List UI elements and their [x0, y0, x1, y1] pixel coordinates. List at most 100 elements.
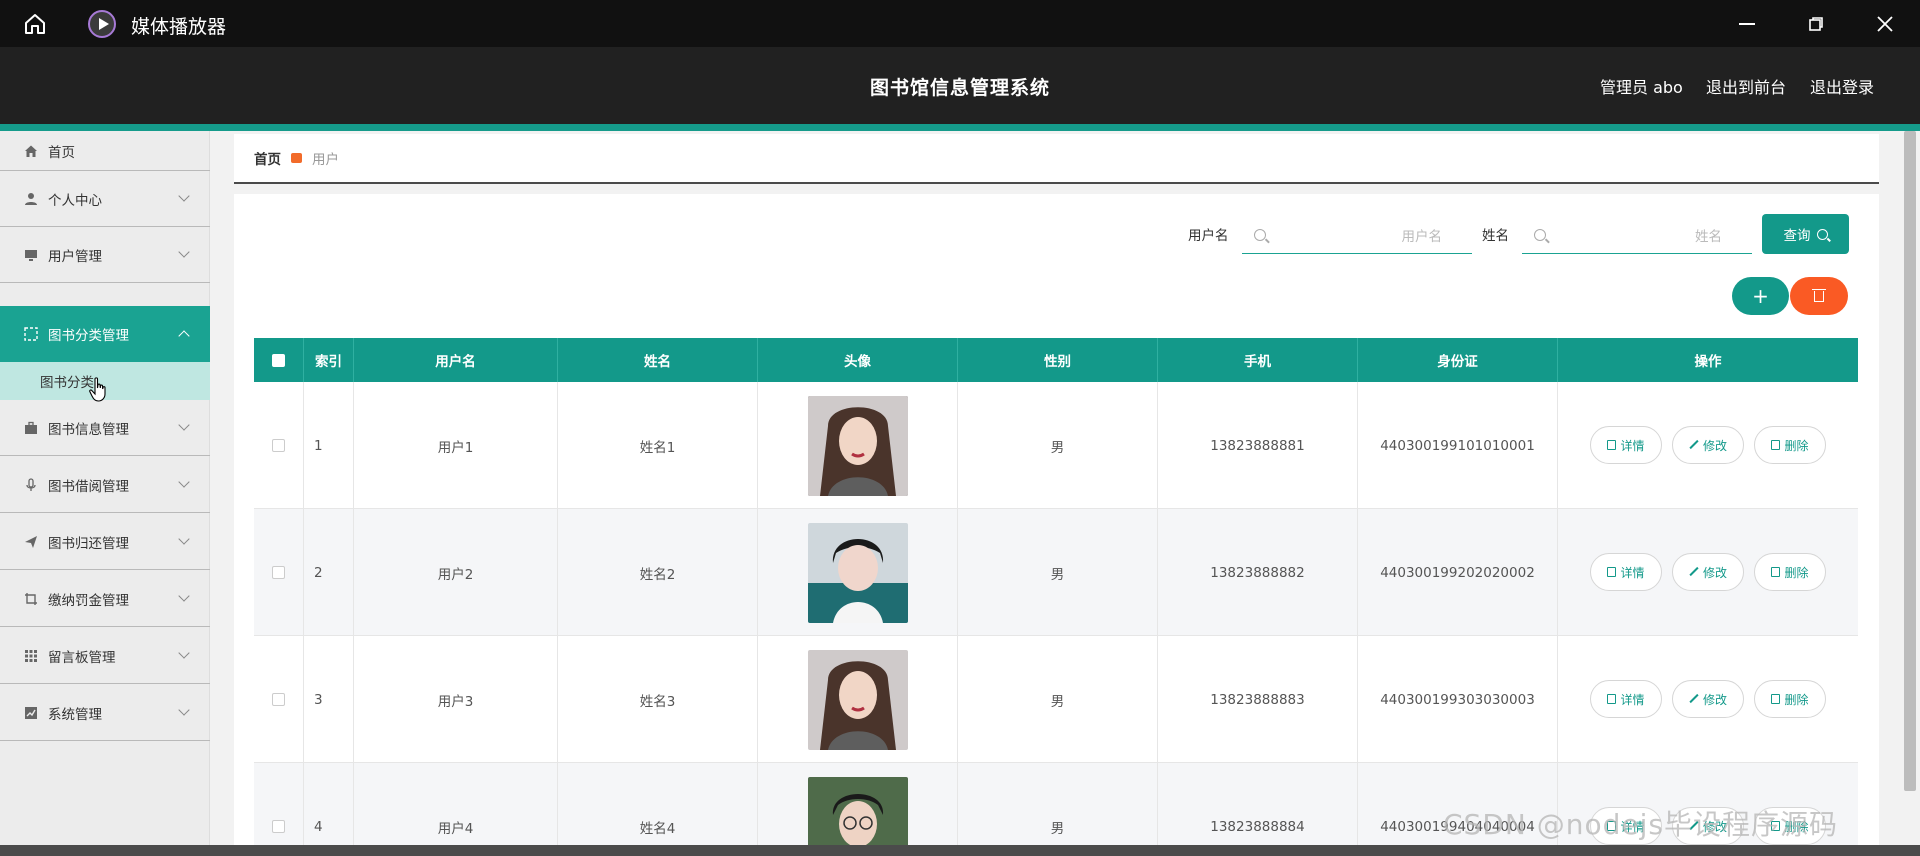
grid-icon: [24, 649, 38, 663]
detail-button[interactable]: 详情: [1590, 553, 1662, 591]
edit-button[interactable]: 修改: [1672, 426, 1744, 464]
username-placeholder: 用户名: [1401, 228, 1443, 245]
table-row: 3 用户3 姓名3 男 13823888883 4403001993030300…: [254, 636, 1858, 763]
cell-index: 1: [304, 382, 354, 509]
breadcrumb-current: 用户: [312, 152, 339, 168]
sidebar-item-label: 图书归还管理: [48, 535, 129, 552]
sidebar-item-label: 系统管理: [48, 706, 102, 723]
media-player-icon: [88, 10, 116, 38]
cell-gender: 男: [958, 636, 1158, 763]
scrollbar-thumb[interactable]: [1904, 131, 1916, 791]
category-icon: [24, 327, 38, 341]
col-avatar: 头像: [758, 338, 958, 382]
header-accent-line: [0, 124, 1920, 131]
cell-username: 用户1: [354, 382, 558, 509]
cell-name: 姓名2: [558, 509, 758, 636]
sidebar: 首页 个人中心 用户管理 图书分类管理 图书分类 图书信息管理 图书借阅管理 图…: [0, 131, 210, 856]
edit-button[interactable]: 修改: [1672, 553, 1744, 591]
edit-button[interactable]: 修改: [1672, 680, 1744, 718]
microphone-icon: [24, 477, 38, 492]
row-checkbox[interactable]: [272, 566, 285, 579]
sidebar-item-personal-center[interactable]: 个人中心: [0, 171, 210, 227]
home-icon[interactable]: [22, 11, 48, 37]
username-search-input[interactable]: 用户名: [1242, 216, 1472, 254]
briefcase-icon: [24, 421, 38, 435]
detail-button[interactable]: 详情: [1590, 426, 1662, 464]
edit-icon: [1689, 567, 1699, 577]
sidebar-item-book-borrow[interactable]: 图书借阅管理: [0, 457, 210, 513]
col-phone[interactable]: 手机: [1158, 338, 1358, 382]
edit-icon: [1689, 694, 1699, 704]
sidebar-item-book-return[interactable]: 图书归还管理: [0, 514, 210, 570]
sidebar-item-book-category[interactable]: 图书分类管理: [0, 306, 210, 362]
chevron-down-icon: [178, 246, 190, 258]
restore-button[interactable]: [1802, 10, 1830, 38]
breadcrumb-separator-icon: [291, 153, 302, 163]
sidebar-item-home[interactable]: 首页: [0, 131, 210, 171]
row-checkbox[interactable]: [272, 693, 285, 706]
monitor-icon: [24, 248, 38, 262]
name-search-input[interactable]: 姓名: [1522, 216, 1752, 254]
batch-delete-button[interactable]: [1790, 277, 1848, 315]
col-username[interactable]: 用户名: [354, 338, 558, 382]
table-row: 2 用户2 姓名2 男 13823888882 4403001992020200…: [254, 509, 1858, 636]
sidebar-item-label: 缴纳罚金管理: [48, 592, 129, 609]
chart-icon: [24, 706, 38, 720]
home-icon: [24, 144, 38, 158]
cell-name: 姓名1: [558, 382, 758, 509]
sidebar-item-system-management[interactable]: 系统管理: [0, 685, 210, 741]
delete-button[interactable]: 删除: [1754, 553, 1826, 591]
sidebar-item-label: 图书借阅管理: [48, 478, 129, 495]
admin-user-label[interactable]: 管理员 abo: [1600, 74, 1683, 98]
col-name[interactable]: 姓名: [558, 338, 758, 382]
chevron-down-icon: [178, 476, 190, 488]
document-icon: [1607, 440, 1617, 450]
app-header: 图书馆信息管理系统 管理员 abo 退出到前台 退出登录: [0, 47, 1920, 124]
cell-username: 用户4: [354, 763, 558, 856]
avatar[interactable]: [807, 395, 908, 496]
window-title: 媒体播放器: [131, 16, 227, 38]
logout-link[interactable]: 退出登录: [1810, 74, 1874, 98]
crop-icon: [24, 592, 38, 606]
document-icon: [1607, 694, 1617, 704]
table-header: 索引 用户名 姓名 头像 性别 手机 身份证 操作: [254, 338, 1858, 382]
query-button[interactable]: 查询: [1762, 214, 1849, 254]
trash-icon: [1812, 288, 1826, 302]
bottom-strip: [0, 845, 1920, 856]
avatar[interactable]: [807, 522, 908, 623]
minimize-button[interactable]: [1733, 10, 1761, 38]
col-actions: 操作: [1694, 354, 1722, 370]
col-gender[interactable]: 性别: [958, 338, 1158, 382]
row-checkbox[interactable]: [272, 820, 285, 833]
sidebar-item-label: 留言板管理: [48, 649, 116, 666]
cell-gender: 男: [958, 509, 1158, 636]
cell-id-card: 440300199202020002: [1358, 509, 1558, 636]
table-row: 1 用户1 姓名1 男 13823888881 4403001991010100…: [254, 382, 1858, 509]
chevron-down-icon: [178, 590, 190, 602]
avatar[interactable]: [807, 649, 908, 750]
sidebar-item-user-management[interactable]: 用户管理: [0, 227, 210, 283]
edit-icon: [1689, 440, 1699, 450]
col-index[interactable]: 索引: [304, 338, 354, 382]
sidebar-item-fine-payment[interactable]: 缴纳罚金管理: [0, 571, 210, 627]
col-id-card[interactable]: 身份证: [1358, 338, 1558, 382]
breadcrumb: 首页 用户: [234, 134, 1879, 184]
user-icon: [24, 192, 38, 206]
chevron-down-icon: [178, 647, 190, 659]
sidebar-item-book-info[interactable]: 图书信息管理: [0, 400, 210, 456]
search-icon: [1816, 228, 1828, 240]
cell-phone: 13823888883: [1158, 636, 1358, 763]
trash-icon: [1771, 694, 1781, 704]
delete-button[interactable]: 删除: [1754, 426, 1826, 464]
detail-button[interactable]: 详情: [1590, 680, 1662, 718]
row-checkbox[interactable]: [272, 439, 285, 452]
select-all-checkbox[interactable]: [272, 353, 285, 367]
breadcrumb-home[interactable]: 首页: [254, 148, 281, 168]
delete-button[interactable]: 删除: [1754, 680, 1826, 718]
back-to-frontend-link[interactable]: 退出到前台: [1706, 74, 1786, 98]
sidebar-item-message-board[interactable]: 留言板管理: [0, 628, 210, 684]
close-button[interactable]: [1871, 10, 1899, 38]
cell-phone: 13823888882: [1158, 509, 1358, 636]
select-all-checkbox-cell[interactable]: [254, 338, 304, 382]
add-button[interactable]: +: [1732, 277, 1789, 315]
